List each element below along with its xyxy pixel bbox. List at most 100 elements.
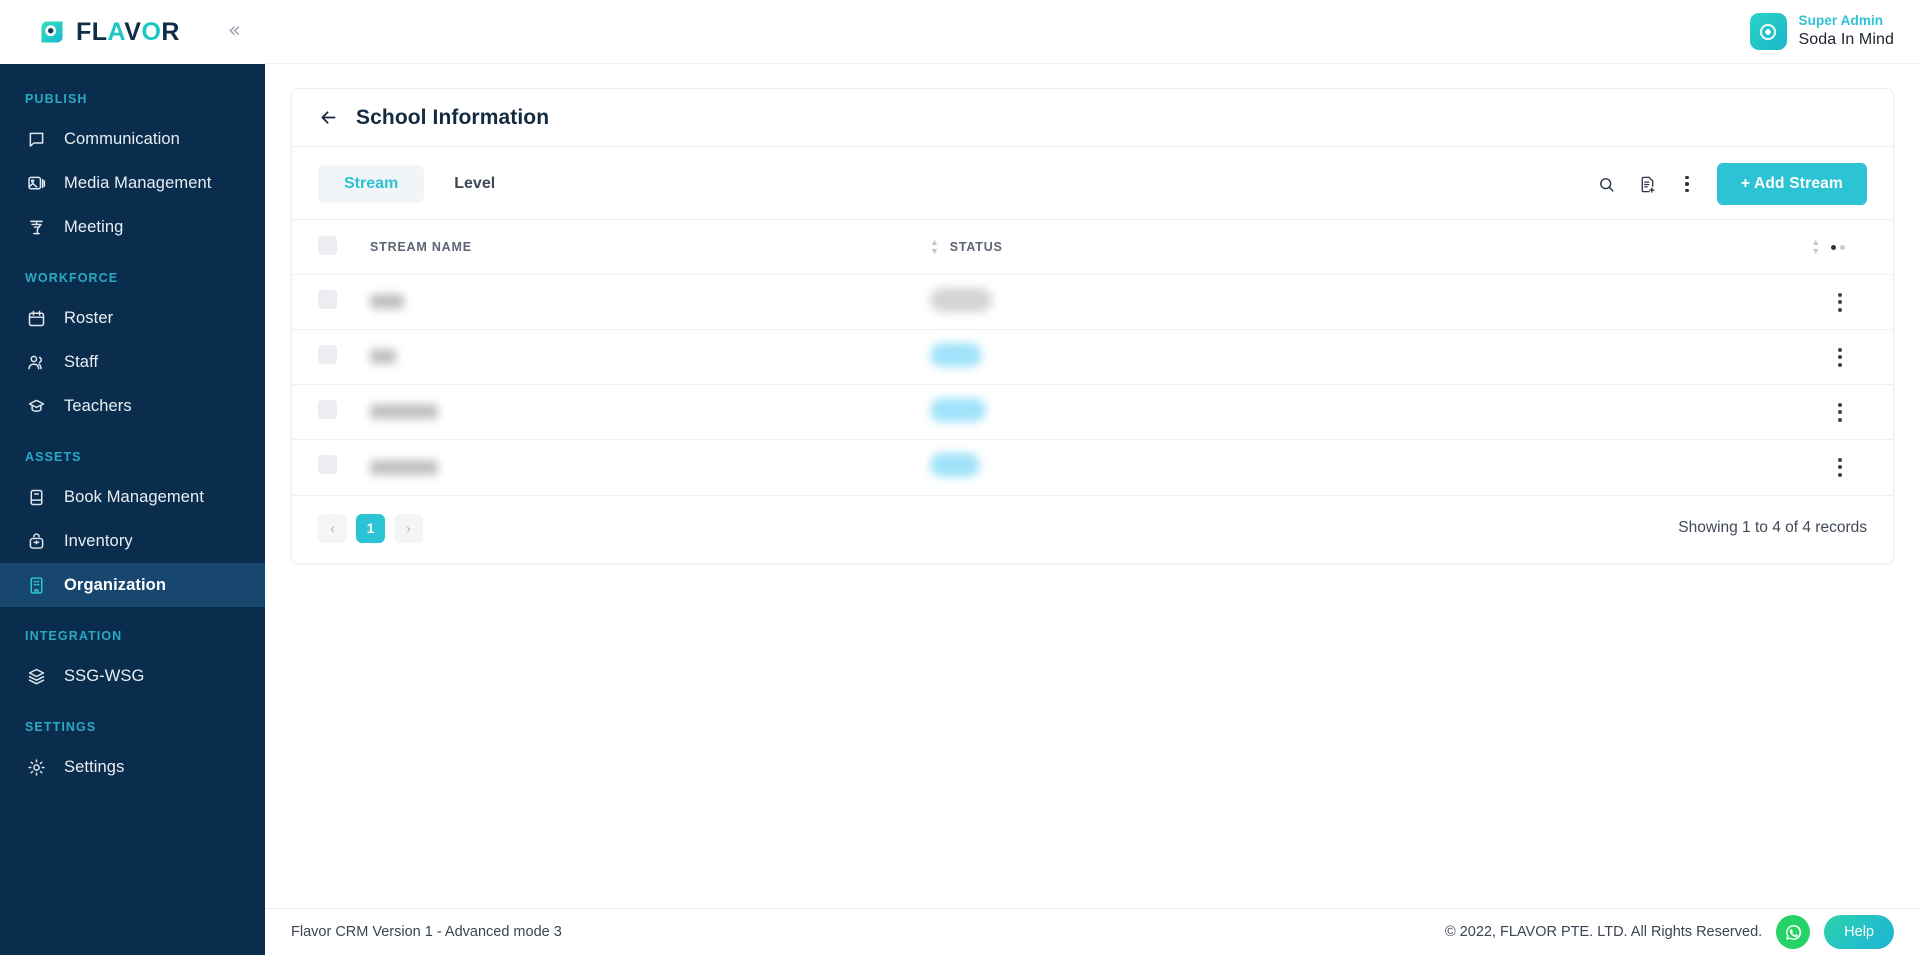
search-icon[interactable]	[1597, 175, 1616, 194]
svg-text:FLAVOR: FLAVOR	[76, 19, 180, 46]
row-actions	[1360, 289, 1893, 316]
row-menu-icon[interactable]	[1833, 344, 1847, 371]
row-menu-icon[interactable]	[1833, 399, 1847, 426]
th-stream-name-label: STREAM NAME	[370, 240, 472, 254]
whatsapp-icon[interactable]	[1776, 915, 1811, 949]
th-actions-inner: ▲ ▼	[1360, 238, 1893, 256]
records-summary: Showing 1 to 4 of 4 records	[1678, 519, 1867, 536]
sidebar-item-inventory[interactable]: Inventory	[0, 519, 265, 563]
sidebar-item-label: Meeting	[64, 217, 124, 236]
organization-icon	[25, 574, 47, 596]
th-status[interactable]: ▲ ▼ STATUS	[930, 219, 1360, 275]
page-footer: Flavor CRM Version 1 - Advanced mode 3 ©…	[265, 908, 1920, 955]
page-title: School Information	[356, 105, 550, 129]
flavor-wordmark: FLAVOR	[76, 19, 180, 46]
th-status-inner: ▲ ▼ STATUS	[930, 238, 1360, 256]
back-arrow-icon[interactable]	[318, 107, 339, 128]
sort-stream-name-icon[interactable]: ▲ ▼	[930, 238, 940, 256]
ssg-wsg-icon	[25, 665, 47, 687]
row-select-cell	[292, 275, 370, 330]
table-row[interactable]	[292, 329, 1893, 385]
table-row[interactable]	[292, 274, 1893, 330]
main-area: FLAVOR « Super Admin Soda In Mind School…	[0, 0, 1920, 955]
add-stream-button[interactable]: + Add Stream	[1716, 163, 1867, 205]
sidebar-group-workforce: WORKFORCE	[25, 271, 119, 285]
sort-status-icon[interactable]: ▲ ▼	[1811, 238, 1821, 256]
select-all-checkbox[interactable]	[318, 236, 337, 255]
user-menu[interactable]: Super Admin Soda In Mind	[1749, 13, 1894, 50]
sidebar-item-label: Inventory	[64, 531, 133, 550]
footer-right: © 2022, FLAVOR PTE. LTD. All Rights Rese…	[1445, 915, 1894, 949]
table-row[interactable]	[292, 439, 1893, 495]
sidebar-scroll-area[interactable]: Categories Grade PUBLISH Communicat	[0, 0, 265, 789]
row-checkbox[interactable]	[318, 455, 337, 475]
sidebar-group-settings: SETTINGS	[25, 720, 97, 734]
status-badge	[930, 397, 986, 422]
sidebar-item-organization[interactable]: Organization	[0, 563, 265, 607]
sidebar-item-staff[interactable]: Staff	[0, 340, 265, 384]
row-select-cell	[292, 385, 370, 440]
book-management-icon	[25, 486, 47, 508]
cell-status	[930, 385, 1360, 440]
sidebar-item-communication[interactable]: Communication	[0, 117, 265, 161]
meeting-icon	[25, 216, 47, 238]
cell-stream-name	[370, 440, 930, 495]
sidebar-item-meeting[interactable]: Meeting	[0, 205, 265, 249]
more-vertical-icon[interactable]	[1679, 174, 1695, 195]
cell-actions	[1360, 440, 1893, 495]
table-row[interactable]	[292, 384, 1893, 440]
redacted-stream-name	[370, 404, 438, 420]
pagination-prev[interactable]: ‹	[318, 513, 347, 543]
sidebar-item-teachers[interactable]: Teachers	[0, 384, 265, 428]
pagination-next[interactable]: ›	[394, 513, 423, 543]
th-actions: ▲ ▼	[1360, 219, 1893, 275]
row-checkbox[interactable]	[318, 400, 337, 419]
user-name: Soda In Mind	[1798, 30, 1894, 48]
content-area: School Information Stream Level + Add St…	[265, 64, 1920, 908]
sidebar-item-book-management[interactable]: Book Management	[0, 475, 265, 519]
row-checkbox[interactable]	[318, 345, 337, 364]
table-footer: ‹ 1 › Showing 1 to 4 of 4 records	[292, 494, 1893, 563]
sidebar-item-ssg-wsg[interactable]: SSG-WSG	[0, 654, 265, 698]
row-select-cell	[292, 440, 370, 495]
cell-status	[930, 275, 1360, 330]
status-badge	[930, 287, 992, 312]
help-button[interactable]: Help	[1824, 915, 1894, 949]
communication-icon	[25, 128, 47, 150]
document-add-icon[interactable]	[1638, 175, 1657, 194]
card-header: School Information	[292, 89, 1893, 147]
brand-logo[interactable]: FLAVOR «	[0, 0, 265, 64]
top-bar: FLAVOR « Super Admin Soda In Mind	[0, 0, 1920, 64]
row-select-cell	[292, 330, 370, 385]
th-stream-name[interactable]: STREAM NAME	[370, 219, 930, 275]
pagination: ‹ 1 ›	[318, 513, 423, 543]
row-menu-icon[interactable]	[1833, 454, 1847, 481]
staff-icon	[25, 351, 47, 373]
tab-stream[interactable]: Stream	[318, 165, 425, 203]
sidebar-item-label: Staff	[64, 352, 99, 371]
sidebar-item-settings[interactable]: Settings	[0, 745, 265, 789]
cell-stream-name	[370, 275, 930, 330]
status-badge	[930, 342, 982, 367]
sidebar-item-label: Book Management	[64, 487, 205, 506]
row-actions	[1360, 454, 1893, 481]
media-management-icon	[25, 172, 47, 194]
card-toolbar: Stream Level + Add Stream	[292, 147, 1893, 219]
settings-icon	[25, 756, 47, 778]
version-text: Flavor CRM Version 1 - Advanced mode 3	[291, 924, 562, 940]
row-menu-icon[interactable]	[1833, 289, 1847, 316]
sidebar-item-media-management[interactable]: Media Management	[0, 161, 265, 205]
tab-level[interactable]: Level	[428, 165, 521, 203]
flavor-logo-icon	[38, 18, 66, 46]
inventory-icon	[25, 530, 47, 552]
pagination-page-1[interactable]: 1	[356, 513, 385, 543]
sidebar-item-roster[interactable]: Roster	[0, 296, 265, 340]
copyright-text: © 2022, FLAVOR PTE. LTD. All Rights Rese…	[1444, 924, 1763, 940]
sidebar: Categories Grade PUBLISH Communicat	[0, 0, 265, 955]
stream-table: STREAM NAME ▲ ▼ STATUS ▲ ▼	[292, 219, 1893, 495]
cell-actions	[1360, 330, 1893, 385]
collapse-sidebar-icon[interactable]: «	[228, 20, 241, 41]
row-checkbox[interactable]	[318, 290, 337, 309]
column-options-icon[interactable]	[1831, 244, 1845, 250]
sidebar-item-label: Media Management	[64, 173, 212, 192]
